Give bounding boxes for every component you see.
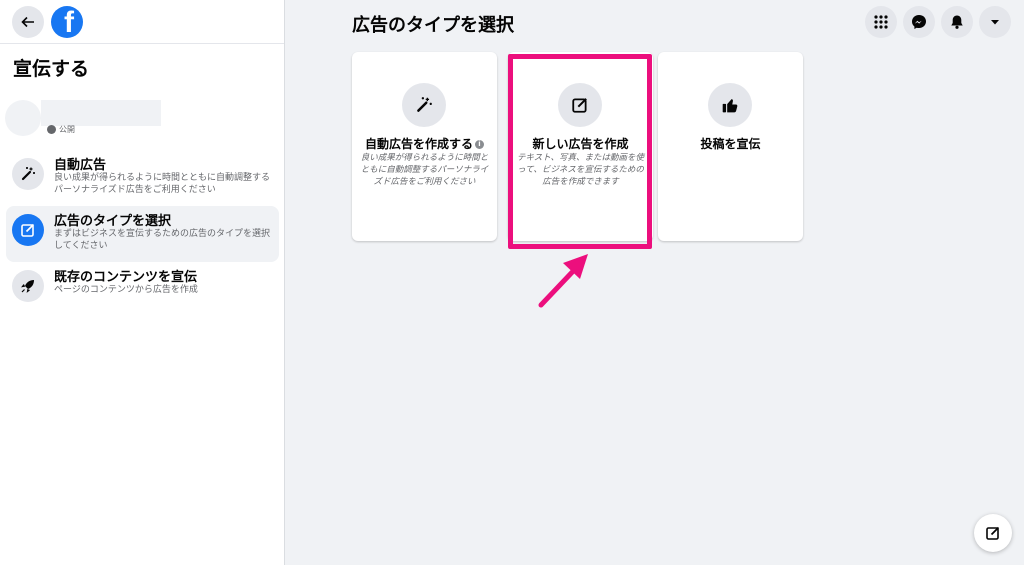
card-title: 自動広告を作成する i [352,135,497,152]
card-description: テキスト、写真、または動画を使って、ビジネスを宣伝するための広告を作成できます [516,153,645,187]
globe-icon [47,125,56,134]
account-menu-button[interactable] [979,6,1011,38]
sidebar-item-description: まずはビジネスを宣伝するための広告のタイプを選択してください [54,229,271,251]
magic-wand-icon [402,83,446,127]
sidebar-item-label: 自動広告 [54,158,107,173]
notifications-button[interactable] [941,6,973,38]
rocket-icon [12,270,44,302]
magic-wand-icon [12,158,44,190]
page-title: 宣伝する [13,58,90,80]
main-title: 広告のタイプを選択 [352,15,514,36]
avatar [5,100,41,136]
sidebar-item-description: 良い成果が得られるように時間とともに自動調整するパーソナライズド広告をご利用くだ… [54,173,271,195]
menu-grid-button[interactable] [865,6,897,38]
compose-button[interactable] [974,514,1012,552]
sidebar: f 宣伝する 公開 自動広告 良い成果が得られるように時間とともに自動調整するパ… [0,0,285,565]
back-arrow-icon [21,16,34,28]
thumbs-up-icon [708,83,752,127]
back-button[interactable] [12,6,44,38]
card-title: 新しい広告を作成 [532,137,629,151]
menu-grid-icon [874,15,888,29]
bell-icon [951,15,963,29]
sidebar-header: f [0,0,284,44]
card-description: 良い成果が得られるように時間とともに自動調整するパーソナライズド広告をご利用くだ… [360,153,489,187]
edit-square-icon [12,214,44,246]
card-create-new-ad[interactable]: 新しい広告を作成 テキスト、写真、または動画を使って、ビジネスを宣伝するための広… [508,52,653,241]
sidebar-item-boost-content[interactable]: 既存のコンテンツを宣伝 ページのコンテンツから広告を作成 [6,262,279,318]
pointer-arrow [538,254,588,308]
page-name-redacted [41,100,161,126]
sidebar-item-select-ad-type[interactable]: 広告のタイプを選択 まずはビジネスを宣伝するための広告のタイプを選択してください [6,206,279,262]
sidebar-item-auto-ads[interactable]: 自動広告 良い成果が得られるように時間とともに自動調整するパーソナライズド広告を… [6,150,279,206]
caret-down-icon [991,20,999,25]
visibility-text: 公開 [59,125,75,134]
edit-square-icon [558,83,602,127]
facebook-logo[interactable]: f [51,6,83,38]
card-boost-post[interactable]: 投稿を宣伝 [658,52,803,241]
messenger-button[interactable] [903,6,935,38]
sidebar-item-description: ページのコンテンツから広告を作成 [54,285,198,295]
visibility-label: 公開 [47,124,75,135]
card-auto-ads[interactable]: 自動広告を作成する i 良い成果が得られるように時間とともに自動調整するパーソナラ… [352,52,497,241]
sidebar-item-label: 広告のタイプを選択 [54,214,172,229]
sidebar-item-label: 既存のコンテンツを宣伝 [54,270,198,285]
info-icon[interactable]: i [475,140,484,149]
card-title: 投稿を宣伝 [700,137,761,151]
messenger-icon [912,15,926,29]
compose-icon [986,526,1000,540]
card-title-text: 自動広告を作成する [364,137,473,151]
